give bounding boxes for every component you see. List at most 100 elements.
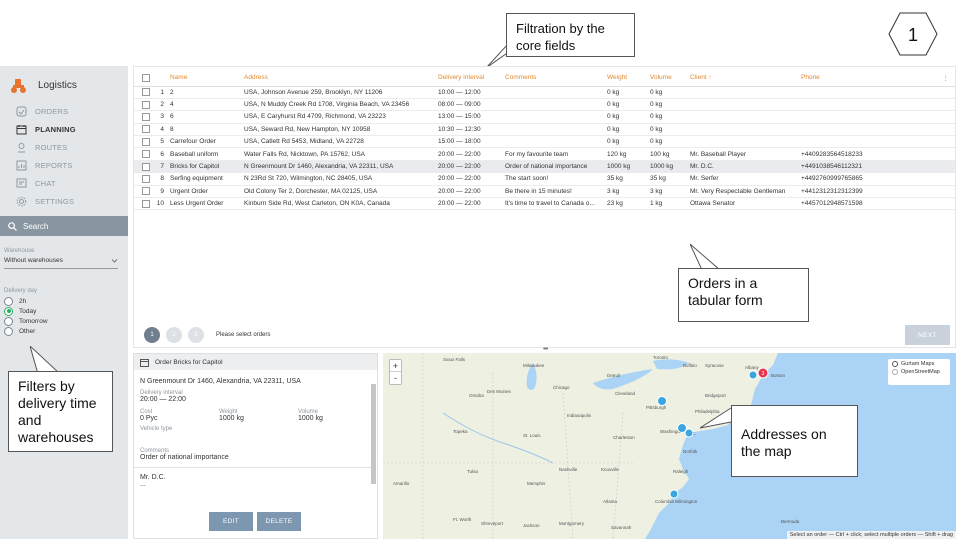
radio-other[interactable]: Other <box>4 326 48 336</box>
detail-cost-value: 0 Pyc <box>140 415 158 422</box>
box-icon <box>140 358 149 367</box>
row-checkbox-cell <box>134 86 154 99</box>
row-checkbox-cell <box>134 135 154 149</box>
nav-item-planning[interactable]: PLANNING <box>0 120 128 138</box>
delete-button[interactable]: DELETE <box>257 512 301 531</box>
row-checkbox[interactable] <box>142 112 150 121</box>
table-row[interactable]: 1 2 USA, Johnson Avenue 259, Brooklyn, NY … <box>134 86 955 99</box>
order-marker[interactable] <box>684 428 694 438</box>
row-checkbox[interactable] <box>142 150 150 159</box>
order-marker[interactable] <box>748 370 758 380</box>
page-button-2[interactable]: 2 <box>166 327 182 343</box>
layer-option-gurtam[interactable]: Gurtam Maps <box>892 361 946 367</box>
table-row[interactable]: 4 8 USA, Seward Rd, New Hampton, NY 10958 1… <box>134 123 955 137</box>
city-label: Memphis <box>527 481 546 486</box>
col-interval[interactable]: Delivery interval <box>438 70 505 87</box>
cell-comments <box>505 98 607 112</box>
select-all-checkbox[interactable] <box>134 70 154 87</box>
cell-index: 4 <box>154 123 170 137</box>
col-volume[interactable]: Volume <box>650 70 690 87</box>
table-row[interactable]: 7 Bricks for Capitol N Greenmount Dr 1460,… <box>134 160 955 174</box>
cell-weight: 23 kg <box>607 197 650 211</box>
row-checkbox[interactable] <box>142 174 150 183</box>
map[interactable]: Sioux Falls Milwaukee Toronto Buffalo Syracu… <box>383 353 956 539</box>
col-client[interactable]: Client ↑ <box>690 70 801 87</box>
cell-interval: 20:00 — 22:00 <box>438 197 505 211</box>
table-row[interactable]: 8 Serfing equipment N 23Rd St 720, Wilming… <box>134 172 955 186</box>
zoom-in-button[interactable]: + <box>390 360 401 372</box>
nav-item-settings[interactable]: SETTINGS <box>0 192 128 210</box>
row-checkbox[interactable] <box>142 100 150 109</box>
search-button[interactable]: Search <box>0 216 128 236</box>
col-address[interactable]: Address <box>244 70 438 87</box>
col-name[interactable]: Name <box>170 70 244 87</box>
edit-button[interactable]: EDIT <box>209 512 253 531</box>
next-button[interactable]: NEXT <box>905 325 950 345</box>
radio-tomorrow[interactable]: Tomorrow <box>4 316 48 326</box>
map-canvas[interactable]: Sioux Falls Milwaukee Toronto Buffalo Syracu… <box>383 353 956 539</box>
col-comments[interactable]: Comments <box>505 70 607 87</box>
cell-weight: 0 kg <box>607 98 650 112</box>
city-label: Norfolk <box>683 449 698 454</box>
cell-interval: 20:00 — 22:00 <box>438 147 505 161</box>
detail-scrollbar[interactable] <box>371 384 376 484</box>
cell-spacer <box>931 110 955 124</box>
city-label: Amarillo <box>393 481 410 486</box>
sidebar: Logistics ORDERS PLANNING ROUTES REPORTS… <box>0 66 128 539</box>
cell-comments <box>505 123 607 137</box>
col-weight[interactable]: Weight <box>607 70 650 87</box>
nav-item-orders[interactable]: ORDERS <box>0 102 128 120</box>
order-marker[interactable] <box>669 489 679 499</box>
warehouse-select[interactable]: Without warehouses <box>4 257 118 269</box>
orders-tbody: 1 2 USA, Johnson Avenue 259, Brooklyn, NY … <box>134 86 955 211</box>
cell-address: USA, Seward Rd, New Hampton, NY 10958 <box>244 123 438 137</box>
resize-handle[interactable]: ••• <box>543 346 548 353</box>
table-row[interactable]: 9 Urgent Order Old Colony Ter 2, Dorcheste… <box>134 185 955 199</box>
callout-tail <box>690 244 721 270</box>
cell-client <box>690 123 801 137</box>
row-checkbox-cell <box>134 185 154 199</box>
table-row[interactable]: 6 Baseball uniform Water Falls Rd, Nicktow… <box>134 147 955 161</box>
city-label: Indianapolis <box>567 413 592 418</box>
checkbox[interactable] <box>142 73 150 82</box>
cell-interval: 13:00 — 15:00 <box>438 110 505 124</box>
step-number: 1 <box>908 25 918 45</box>
col-phone[interactable]: Phone <box>801 70 931 87</box>
cell-client <box>690 110 801 124</box>
table-row[interactable]: 5 Carrefour Order USA, Catlett Rd 5453, Mi… <box>134 135 955 149</box>
page-button-1[interactable]: 1 <box>144 327 160 343</box>
row-checkbox[interactable] <box>142 162 150 171</box>
page-button-3[interactable]: 3 <box>188 327 204 343</box>
table-row[interactable]: 10 Less Urgent Order Kinburn Side Rd, West… <box>134 197 955 211</box>
cell-weight: 0 kg <box>607 86 650 99</box>
table-row[interactable]: 2 4 USA, N Muddy Creek Rd 1708, Virginia B… <box>134 98 955 112</box>
city-label: Chicago <box>553 385 570 390</box>
cell-interval: 15:00 — 18:00 <box>438 135 505 149</box>
row-checkbox[interactable] <box>142 187 150 196</box>
detail-header: Order Bricks for Capitol <box>134 354 377 370</box>
cluster-count: 3 <box>762 371 765 377</box>
nav-item-routes[interactable]: ROUTES <box>0 138 128 156</box>
table-row[interactable]: 3 6 USA, E Caryhurst Rd 4709, Richmond, VA… <box>134 110 955 124</box>
cell-volume: 1000 kg <box>650 160 690 174</box>
detail-address: N Greenmount Dr 1460, Alexandria, VA 223… <box>140 378 301 385</box>
row-checkbox[interactable] <box>142 88 150 97</box>
brand[interactable]: Logistics <box>10 76 77 94</box>
row-checkbox[interactable] <box>142 125 150 134</box>
nav-item-chat[interactable]: CHAT <box>0 174 128 192</box>
radio-2h[interactable]: 2h <box>4 296 48 306</box>
nav-item-reports[interactable]: REPORTS <box>0 156 128 174</box>
cell-address: USA, Catlett Rd 5453, Midland, VA 22728 <box>244 135 438 149</box>
radio-today[interactable]: Today <box>4 306 48 316</box>
row-checkbox-cell <box>134 172 154 186</box>
order-marker[interactable] <box>657 396 667 406</box>
column-menu-icon[interactable]: ⋮ <box>931 70 955 87</box>
row-checkbox[interactable] <box>142 137 150 146</box>
row-checkbox[interactable] <box>142 199 150 208</box>
layer-option-osm[interactable]: OpenStreetMap <box>892 369 946 375</box>
zoom-out-button[interactable]: - <box>390 372 401 384</box>
cell-phone <box>801 98 931 112</box>
search-label: Search <box>23 221 49 231</box>
callout-filtration: Filtration by the core fields <box>506 13 635 57</box>
city-label: Boston <box>771 373 786 378</box>
